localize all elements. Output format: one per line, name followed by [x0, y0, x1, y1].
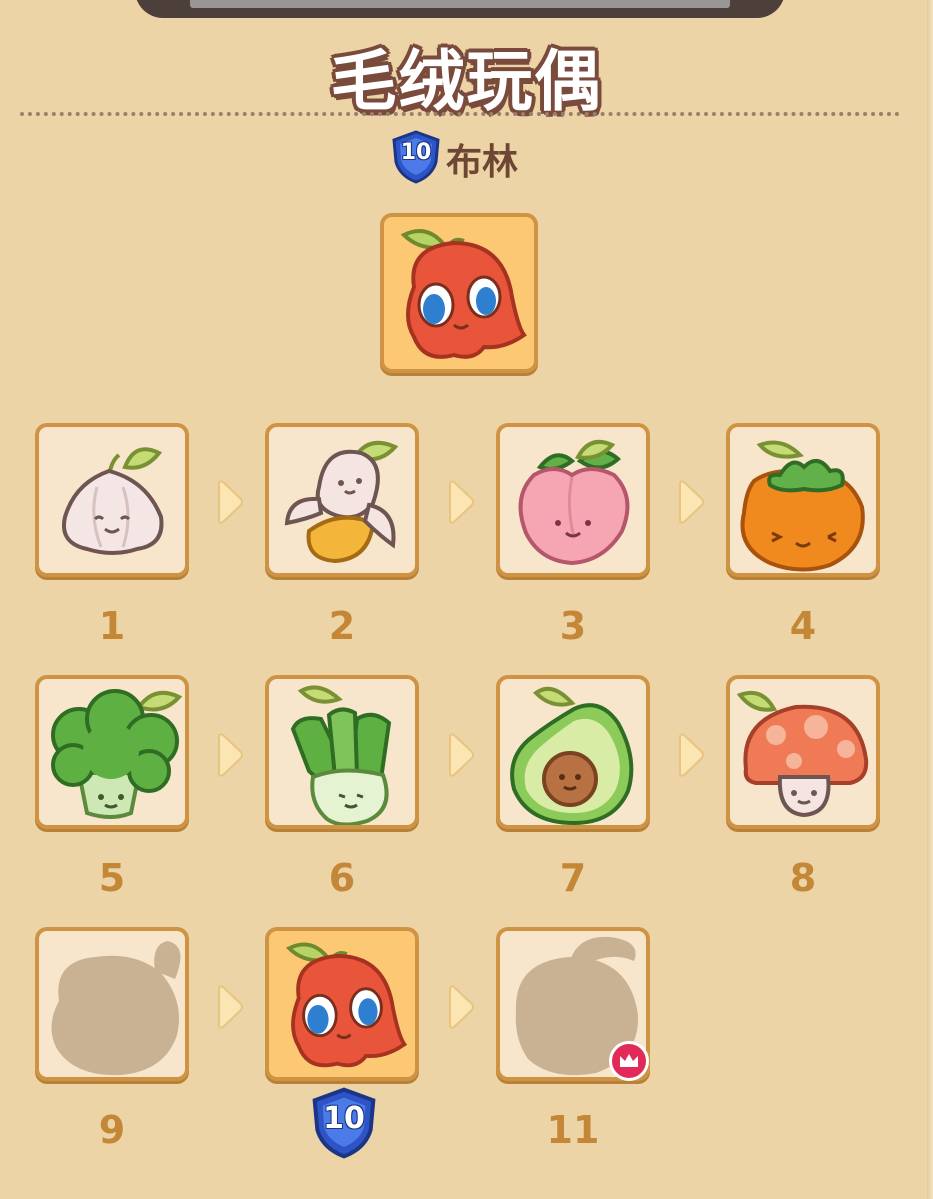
stage-number: 5: [98, 856, 126, 900]
stage-number: 9: [98, 1108, 126, 1152]
plush-card-9[interactable]: [35, 927, 189, 1081]
locked-silhouette-icon: [51, 941, 181, 1076]
stage-number: 3: [559, 604, 587, 648]
arrow-right-icon: [218, 480, 243, 524]
banana-plush-icon: [284, 440, 399, 564]
peach-plush-icon: [518, 440, 630, 566]
level-shield-icon: 10: [390, 130, 442, 188]
dotted-divider: [20, 112, 900, 116]
top-panel-frame: [135, 0, 785, 18]
level-number: 10: [323, 1101, 365, 1136]
stage-number: 2: [328, 604, 356, 648]
stage-number: 6: [328, 856, 356, 900]
crown-badge-icon: [609, 1041, 649, 1081]
plush-card-1[interactable]: [35, 423, 189, 577]
plush-card-5[interactable]: [35, 675, 189, 829]
arrow-right-icon: [218, 733, 243, 777]
persimmon-plush-icon: [740, 440, 865, 572]
leek-plush-icon: [290, 685, 392, 825]
arrow-right-icon: [218, 985, 243, 1029]
stage-number: 7: [559, 856, 587, 900]
red-apple-plush-icon: [400, 229, 527, 359]
avocado-plush-icon: [510, 686, 634, 825]
broccoli-plush-icon: [51, 689, 183, 819]
plush-card-2[interactable]: [265, 423, 419, 577]
plush-card-3[interactable]: [496, 423, 650, 577]
red-apple-plush-icon: [285, 942, 408, 1068]
arrow-right-icon: [449, 985, 474, 1029]
stage-number: 8: [789, 856, 817, 900]
character-header: 10 布林: [390, 130, 519, 188]
plush-card-8[interactable]: [726, 675, 880, 829]
level-shield-icon: 10: [309, 1087, 379, 1163]
plush-card-10[interactable]: [265, 927, 419, 1081]
top-panel-inner: [190, 0, 730, 8]
arrow-right-icon: [679, 480, 704, 524]
stage-number: 11: [546, 1108, 600, 1152]
arrow-right-icon: [449, 733, 474, 777]
featured-plush-card[interactable]: [380, 213, 538, 373]
level-number: 10: [400, 140, 432, 165]
mushroom-plush-icon: [736, 690, 869, 818]
plush-card-7[interactable]: [496, 675, 650, 829]
arrow-right-icon: [679, 733, 704, 777]
arrow-right-icon: [449, 480, 474, 524]
garlic-plush-icon: [62, 447, 164, 555]
plush-card-6[interactable]: [265, 675, 419, 829]
character-name: 布林: [446, 142, 519, 183]
plush-card-4[interactable]: [726, 423, 880, 577]
stage-number: 4: [789, 604, 817, 648]
stage-number: 1: [98, 604, 126, 648]
page-title: 毛绒玩偶: [330, 43, 603, 120]
right-edge: [927, 0, 933, 1199]
